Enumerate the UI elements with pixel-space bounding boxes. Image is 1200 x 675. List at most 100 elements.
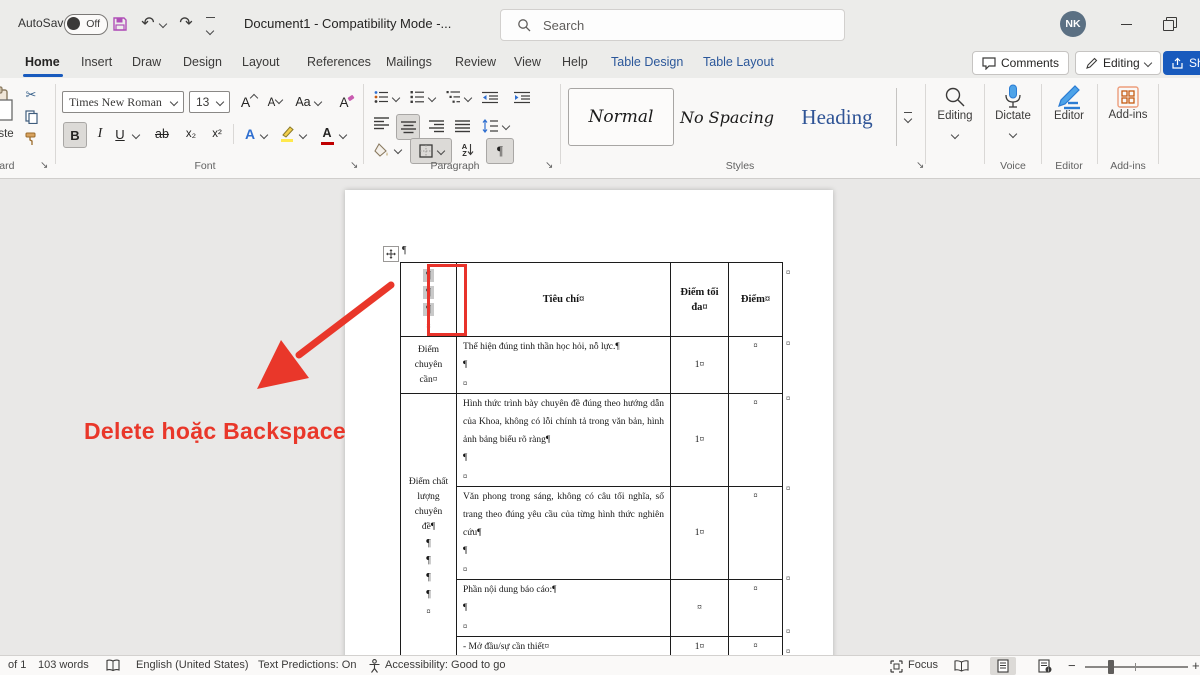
score-cell[interactable]: ¤ (729, 487, 783, 580)
max-score-cell[interactable]: 1¤ (671, 394, 729, 487)
tab-references[interactable]: References (307, 55, 371, 69)
share-button[interactable]: Share (1163, 51, 1200, 75)
accessibility-icon[interactable] (368, 659, 381, 675)
editor-button[interactable]: Editor (1044, 82, 1094, 154)
tab-design[interactable]: Design (183, 55, 222, 69)
style-no-spacing[interactable]: No Spacing (678, 88, 776, 146)
editing-mode-button[interactable]: Editing (1075, 51, 1161, 75)
web-layout-button[interactable]: i (1032, 657, 1058, 675)
font-family-select[interactable]: Times New Roman (62, 91, 184, 113)
focus-button[interactable]: Focus (908, 659, 938, 671)
styles-dialog-launcher[interactable]: ↘ (916, 160, 924, 172)
criteria-cell[interactable]: Hình thức trình bày chuyên đề đúng theo … (457, 394, 671, 487)
align-center-button[interactable] (396, 114, 420, 140)
max-score-cell[interactable]: 1¤ (671, 637, 729, 656)
tab-review[interactable]: Review (455, 55, 496, 69)
focus-icon[interactable] (890, 660, 903, 675)
customize-quick-access-button[interactable] (206, 17, 215, 39)
word-count[interactable]: 103 words (38, 659, 89, 671)
zoom-out-button[interactable]: − (1068, 658, 1076, 673)
autosave-toggle[interactable]: Off (64, 14, 108, 35)
copy-button[interactable] (22, 108, 40, 126)
tab-layout[interactable]: Layout (242, 55, 280, 69)
decrease-indent-button[interactable] (480, 88, 500, 106)
bullets-dropdown-icon[interactable] (392, 94, 400, 102)
redo-button[interactable]: ↷ (176, 14, 196, 34)
language-indicator[interactable]: English (United States) (136, 659, 249, 671)
numbering-dropdown-icon[interactable] (428, 94, 436, 102)
comments-button[interactable]: Comments (972, 51, 1069, 75)
line-spacing-button[interactable] (480, 116, 500, 136)
tab-mailings[interactable]: Mailings (386, 55, 432, 69)
score-cell[interactable]: ¤ (729, 637, 783, 656)
undo-dropdown-icon[interactable] (159, 20, 167, 28)
account-avatar[interactable]: NK (1060, 11, 1086, 37)
undo-button[interactable]: ↶ (138, 14, 158, 34)
score-cell[interactable]: ¤ (729, 580, 783, 637)
minimize-button[interactable] (1110, 10, 1142, 38)
tab-draw[interactable]: Draw (132, 55, 161, 69)
accessibility-status[interactable]: Accessibility: Good to go (385, 659, 505, 671)
line-spacing-dropdown-icon[interactable] (502, 122, 510, 130)
row-label-cell[interactable]: Điểm chất lượng chuyên đề¶ ¶ ¶ ¶ ¶ ¤ (401, 394, 457, 656)
zoom-slider-track[interactable] (1085, 666, 1188, 668)
print-layout-button[interactable] (990, 657, 1016, 675)
criteria-cell[interactable]: Văn phong trong sáng, không có câu tối n… (457, 487, 671, 580)
format-painter-button[interactable] (22, 130, 40, 148)
bullets-button[interactable] (372, 88, 390, 106)
underline-dropdown-icon[interactable] (132, 131, 140, 139)
table-move-handle[interactable] (383, 246, 399, 262)
style-normal[interactable]: Normal (568, 88, 674, 146)
tab-insert[interactable]: Insert (81, 55, 112, 69)
search-box[interactable] (500, 9, 845, 41)
highlight-dropdown-icon[interactable] (299, 131, 307, 139)
text-predictions-indicator[interactable]: Text Predictions: On (258, 659, 356, 671)
change-case-button[interactable]: Aa (293, 92, 323, 112)
clear-formatting-button[interactable]: A (336, 92, 358, 112)
score-cell[interactable]: ¤ (729, 394, 783, 487)
editing-menu-button[interactable]: Editing (928, 82, 982, 154)
bold-button[interactable]: B (63, 122, 87, 148)
zoom-slider-handle[interactable] (1108, 660, 1114, 674)
highlight-button[interactable] (277, 122, 297, 146)
criteria-cell[interactable]: Phần nội dung báo cáo:¶ ¶ ¤ (457, 580, 671, 637)
strikethrough-button[interactable]: ab (150, 122, 174, 146)
tab-home[interactable]: Home (25, 55, 60, 69)
max-score-cell[interactable]: ¤ (671, 580, 729, 637)
clipboard-dialog-launcher[interactable]: ↘ (40, 160, 48, 172)
shading-dropdown-icon[interactable] (394, 146, 402, 154)
sort-button[interactable]: A Z (456, 138, 480, 162)
restore-window-button[interactable] (1152, 10, 1184, 38)
paragraph-dialog-launcher[interactable]: ↘ (545, 160, 553, 172)
zoom-in-button[interactable]: + (1192, 658, 1200, 673)
multilevel-list-button[interactable] (444, 88, 462, 106)
multilevel-dropdown-icon[interactable] (464, 94, 472, 102)
subscript-button[interactable]: x₂ (181, 122, 201, 146)
score-cell[interactable]: ¤ (729, 337, 783, 394)
page-indicator[interactable]: of 1 (8, 659, 26, 671)
align-right-button[interactable] (428, 116, 444, 136)
increase-indent-button[interactable] (512, 88, 532, 106)
tab-table-design[interactable]: Table Design (611, 55, 683, 69)
grow-font-button[interactable]: A (238, 92, 260, 112)
numbering-button[interactable] (408, 88, 426, 106)
shading-button[interactable] (372, 140, 392, 160)
tab-view[interactable]: View (514, 55, 541, 69)
style-heading[interactable]: Heading (780, 88, 894, 146)
header-max-score[interactable]: Điểm tối đa¤ (671, 263, 729, 337)
header-score[interactable]: Điểm¤ (729, 263, 783, 337)
tab-table-layout[interactable]: Table Layout (703, 55, 774, 69)
underline-button[interactable]: U (112, 122, 128, 146)
max-score-cell[interactable]: 1¤ (671, 487, 729, 580)
shrink-font-button[interactable]: A (265, 94, 285, 112)
criteria-cell[interactable]: Thể hiện đúng tinh thần học hỏi, nỗ lực.… (457, 337, 671, 394)
text-effects-button[interactable]: A (241, 122, 259, 146)
proofing-icon[interactable] (106, 659, 120, 675)
header-criteria[interactable]: Tiêu chí¤ (457, 263, 671, 337)
add-ins-button[interactable]: Add-ins (1100, 82, 1156, 154)
font-dialog-launcher[interactable]: ↘ (350, 160, 358, 172)
read-mode-button[interactable] (948, 657, 974, 675)
document-page[interactable]: ¶ ¶ ¶ ¶ ¤ Tiêu chí¤ Điểm tối đa¤ Điểm¤ Đ… (345, 190, 833, 655)
dictate-button[interactable]: Dictate (988, 82, 1038, 154)
criteria-cell[interactable]: - Mở đầu/sự cần thiết¤ (457, 637, 671, 656)
